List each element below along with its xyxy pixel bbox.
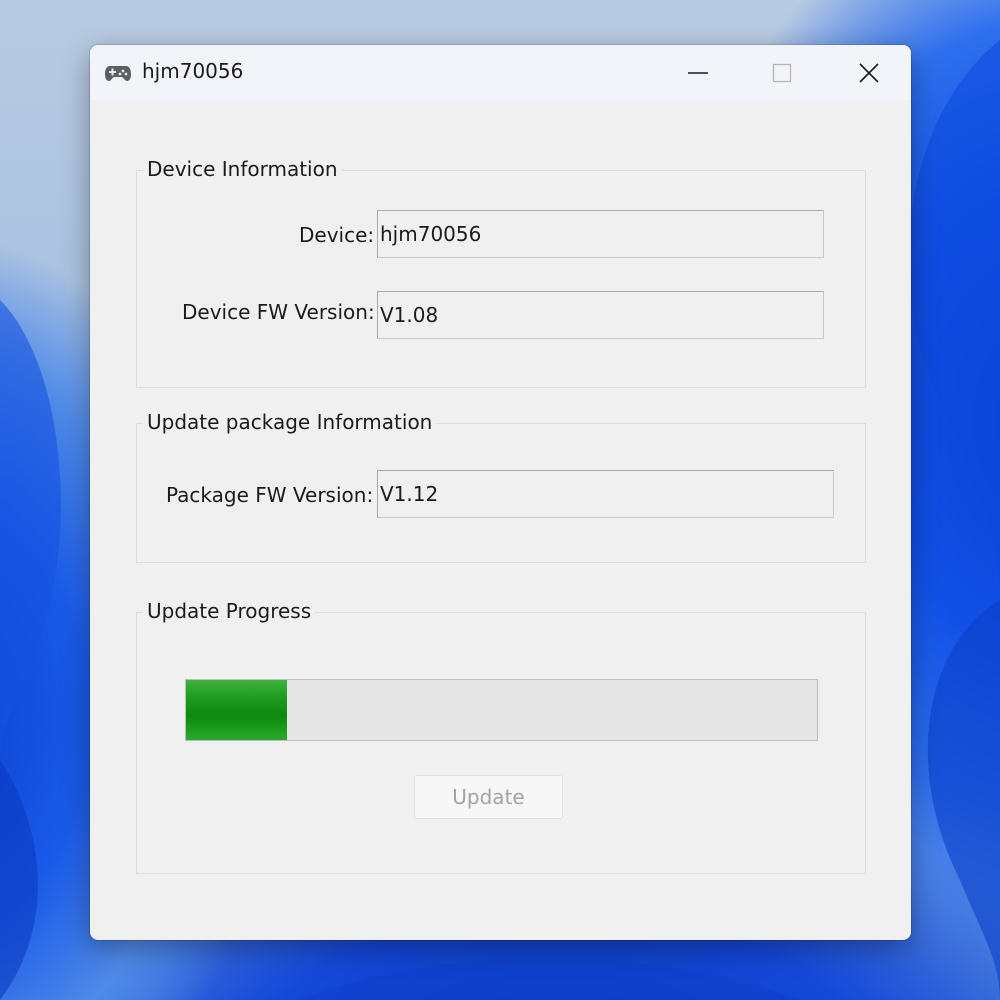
package-fw-version-field[interactable]: V1.12 <box>377 470 834 518</box>
device-field[interactable]: hjm70056 <box>377 210 824 258</box>
update-progress-label: Update Progress <box>143 599 316 623</box>
device-information-label: Device Information <box>143 157 342 181</box>
device-label: Device: <box>299 223 375 247</box>
device-fw-version-field[interactable]: V1.08 <box>377 291 824 339</box>
update-progress-group: Update Progress <box>136 599 866 874</box>
update-progress-bar <box>185 679 818 741</box>
close-icon <box>859 62 879 83</box>
minimize-button[interactable] <box>656 45 740 100</box>
close-button[interactable] <box>827 45 911 100</box>
update-button[interactable]: Update <box>414 775 563 819</box>
title-bar[interactable]: hjm70056 <box>90 45 911 100</box>
window-title: hjm70056 <box>142 59 244 83</box>
app-window: hjm70056 Device Information Device: hjm7… <box>90 45 911 940</box>
gamepad-icon <box>105 66 131 81</box>
minimize-icon <box>688 71 708 74</box>
package-fw-version-label: Package FW Version: <box>166 483 374 507</box>
maximize-button[interactable] <box>740 45 824 100</box>
device-fw-version-label: Device FW Version: <box>182 300 375 324</box>
maximize-icon <box>772 63 792 82</box>
device-information-group: Device Information <box>136 157 866 388</box>
update-progress-fill <box>186 680 287 740</box>
update-package-information-label: Update package Information <box>143 410 437 434</box>
